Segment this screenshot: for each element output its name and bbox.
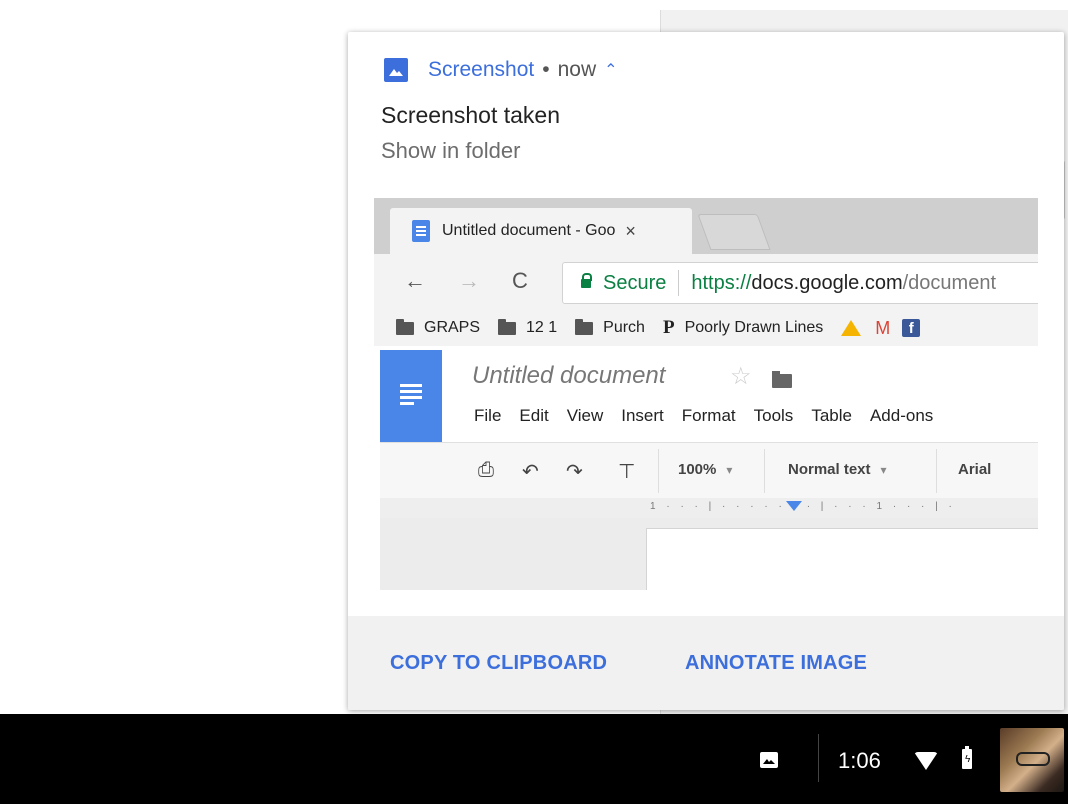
poorly-drawn-lines-icon: P — [662, 317, 675, 338]
folder-icon — [772, 371, 792, 388]
battery-charging-icon[interactable]: ϟ — [962, 746, 972, 769]
undo-icon: ↶ — [522, 461, 539, 483]
folder-icon — [498, 318, 517, 335]
caret-down-icon: ▾ — [880, 463, 887, 477]
folder-icon — [575, 318, 594, 335]
gmail-icon: M — [875, 317, 891, 338]
clock[interactable]: 1:06 — [838, 748, 881, 774]
google-drive-icon — [841, 320, 862, 336]
back-arrow-icon: ← — [404, 268, 426, 293]
browser-tab: Untitled document - Goo × — [390, 208, 692, 254]
formatting-toolbar: ⎙ ↶ ↷ ⊤ 100% ▾ Normal text ▾ Arial — [380, 442, 1038, 500]
star-icon: ☆ — [730, 363, 752, 390]
document-title: Untitled document — [472, 362, 666, 389]
document-page — [646, 528, 1038, 590]
avatar[interactable] — [1000, 728, 1064, 792]
secure-label: Secure — [603, 271, 667, 294]
toolbar-divider — [936, 449, 937, 493]
zoom-select: 100% ▾ — [678, 461, 732, 478]
tray-divider — [818, 734, 819, 782]
docs-editor: Untitled document ☆ File Edit View Inser… — [374, 346, 1038, 590]
screenshot-tray-icon[interactable] — [760, 752, 778, 768]
notification-actions: COPY TO CLIPBOARD ANNOTATE IMAGE — [348, 616, 1064, 710]
url-path: /document — [902, 271, 996, 294]
app-name: Screenshot — [428, 58, 535, 81]
annotate-image-button[interactable]: ANNOTATE IMAGE — [685, 652, 867, 675]
indent-marker-icon — [786, 501, 802, 511]
paint-format-icon: ⊤ — [618, 461, 636, 483]
bookmark-label: GRAPS — [424, 319, 481, 336]
bookmark-label: Purch — [603, 319, 645, 336]
url-host: docs.google.com — [751, 271, 903, 294]
bookmarks-bar: GRAPS 12 1 Purch P Poorly Drawn Lines M f — [374, 310, 1038, 346]
menu-edit: Edit — [519, 406, 549, 425]
forward-arrow-icon: → — [458, 268, 480, 293]
notification-time: now — [557, 58, 597, 81]
wifi-icon[interactable] — [914, 752, 938, 770]
browser-toolbar: ← → C Secure https:// docs.google.com /d… — [374, 254, 1038, 310]
bookmark-item: GRAPS — [396, 318, 481, 337]
redo-icon: ↷ — [566, 461, 583, 483]
bookmark-label: Poorly Drawn Lines — [684, 319, 824, 336]
browser-tabstrip: Untitled document - Goo × — [374, 198, 1038, 254]
bookmark-item: P Poorly Drawn Lines — [663, 317, 823, 339]
toolbar-divider — [764, 449, 765, 493]
google-docs-icon — [380, 350, 442, 442]
caret-down-icon: ▾ — [726, 463, 733, 477]
copy-to-clipboard-button[interactable]: COPY TO CLIPBOARD — [390, 652, 607, 675]
bookmark-item: Purch — [575, 318, 645, 337]
ruler-ticks: 1 · · · | · · · · · · · | · · · 1 · · · … — [650, 501, 956, 512]
image-icon — [384, 58, 408, 82]
folder-icon — [396, 318, 414, 335]
show-in-folder-link[interactable]: Show in folder — [381, 138, 520, 164]
close-icon: × — [625, 220, 636, 241]
menu-view: View — [566, 406, 604, 425]
new-tab-icon — [697, 214, 771, 250]
chevron-up-icon[interactable]: ⌃ — [604, 60, 617, 80]
header-separator: • — [542, 58, 550, 81]
menu-format: Format — [681, 406, 736, 425]
docs-favicon-icon — [412, 220, 430, 242]
docs-menu-bar: File Edit View Insert Format Tools Table… — [474, 406, 951, 426]
zoom-value: 100% — [678, 461, 717, 478]
reload-icon: C — [512, 268, 528, 293]
address-bar: Secure https:// docs.google.com /documen… — [562, 262, 1038, 304]
style-select: Normal text ▾ — [788, 461, 887, 478]
font-select: Arial — [958, 461, 992, 478]
address-divider — [678, 270, 680, 296]
notification-header: Screenshot • now ⌃ — [384, 56, 618, 84]
menu-file: File — [474, 406, 502, 425]
lock-icon — [581, 272, 592, 288]
facebook-icon: f — [902, 319, 921, 337]
menu-add-ons: Add-ons — [869, 406, 934, 425]
notification-title: Screenshot taken — [381, 102, 561, 128]
bookmark-label: 12 1 — [526, 319, 558, 336]
ruler: 1 · · · | · · · · · · · | · · · 1 · · · … — [380, 498, 1038, 518]
bookmark-item: 12 1 — [498, 318, 558, 337]
menu-table: Table — [811, 406, 852, 425]
style-value: Normal text — [788, 461, 871, 478]
url-scheme: https:// — [691, 271, 752, 294]
screenshot-preview[interactable]: Untitled document - Goo × ← → C Secure h… — [374, 198, 1038, 590]
toolbar-divider — [658, 449, 659, 493]
screenshot-notification: Screenshot • now ⌃ Screenshot taken Show… — [348, 32, 1064, 710]
menu-insert: Insert — [621, 406, 664, 425]
tab-title: Untitled document - Goo — [442, 222, 616, 239]
system-shelf: 1:06 ϟ — [0, 714, 1068, 804]
print-icon: ⎙ — [478, 459, 494, 481]
menu-tools: Tools — [753, 406, 794, 425]
